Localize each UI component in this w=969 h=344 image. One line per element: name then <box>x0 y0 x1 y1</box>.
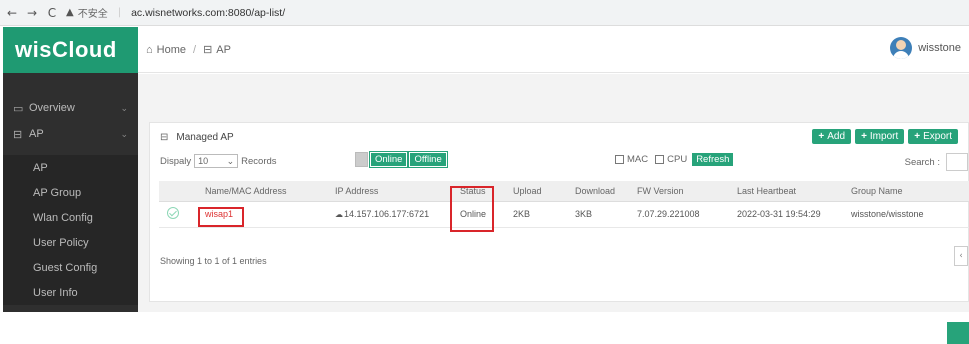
breadcrumb-home[interactable]: Home <box>157 44 186 56</box>
managed-ap-panel: ⊟ Managed AP + Add + Import + Export Dispal… <box>149 122 969 302</box>
pagination-prev-button[interactable]: ‹ <box>954 246 968 266</box>
row-select-cell[interactable] <box>159 201 197 228</box>
submenu-item-ap-group[interactable]: AP Group <box>3 180 138 205</box>
heartbeat-cell: 2022-03-31 19:54:29 <box>729 201 843 228</box>
sidebar-item-label: AP <box>29 128 44 140</box>
ap-submenu: AP AP Group Wlan Config User Policy Gues… <box>3 155 138 305</box>
column-header-fw[interactable]: FW Version <box>629 181 729 202</box>
submenu-item-ap[interactable]: AP <box>3 155 138 180</box>
filter-offline-button[interactable]: Offline <box>408 151 448 168</box>
refresh-button[interactable]: Refresh <box>692 153 734 166</box>
table-row[interactable]: wisap1 ☁14.157.106.177:6721 Online 2KB 3… <box>159 201 969 228</box>
cpu-label: CPU <box>667 154 688 165</box>
security-indicator[interactable]: ▲ 不安全 <box>66 5 108 20</box>
insecure-label: 不安全 <box>77 9 108 20</box>
highlight-box-name <box>198 207 244 227</box>
ap-icon: ⊟ <box>203 44 213 56</box>
ip-cell: ☁14.157.106.177:6721 <box>327 201 452 228</box>
chevron-down-icon: ⌄ <box>226 155 235 166</box>
ip-value: 14.157.106.177:6721 <box>344 209 430 219</box>
column-header-heartbeat[interactable]: Last Heartbeat <box>729 181 843 202</box>
sidebar-menu: ▭ Overview ⌄ ⊟ AP ⌄ AP AP Group Wlan Con… <box>3 73 138 305</box>
breadcrumb-separator: / <box>193 43 197 56</box>
chevron-down-icon: ⌄ <box>120 128 128 139</box>
table-header-row: Name/MAC Address IP Address Status Uploa… <box>159 181 969 202</box>
export-button-label: Export <box>923 131 952 142</box>
search-control: Search : <box>905 153 968 171</box>
add-button-label: Add <box>827 131 846 142</box>
ap-table: Name/MAC Address IP Address Status Uploa… <box>159 181 969 228</box>
column-header-download[interactable]: Download <box>567 181 629 202</box>
username: wisstone <box>918 42 961 54</box>
column-header-name[interactable]: Name/MAC Address <box>197 181 327 202</box>
sidebar-item-ap[interactable]: ⊟ AP ⌄ <box>3 121 138 147</box>
mac-checkbox[interactable] <box>615 155 624 164</box>
highlight-box-status <box>450 186 494 232</box>
pagination-current-button[interactable] <box>947 322 969 344</box>
entries-info: Showing 1 to 1 of 1 entries <box>160 256 267 266</box>
home-icon: ⌂ <box>146 43 153 56</box>
ap-icon: ⊟ <box>13 128 23 141</box>
add-button[interactable]: + Add <box>812 129 852 144</box>
submenu-item-user-info[interactable]: User Info <box>3 280 138 305</box>
page-size-select[interactable]: 10 ⌄ <box>194 154 239 168</box>
submenu-item-user-policy[interactable]: User Policy <box>3 230 138 255</box>
forward-icon[interactable]: → <box>26 6 38 20</box>
status-filter: Online Offline <box>355 151 448 168</box>
sidebar-item-label: Overview <box>29 102 75 114</box>
ap-icon: ⊟ <box>160 131 169 143</box>
content-area: ⊟ Managed AP + Add + Import + Export Dispal… <box>138 74 969 344</box>
top-header: ⌂ Home / ⊟ AP wisstone <box>138 27 969 73</box>
table-toolbar: Dispaly 10 ⌄ Records Online Offline MAC … <box>150 151 968 173</box>
export-button[interactable]: + Export <box>908 129 958 144</box>
chevron-down-icon: ⌄ <box>120 102 128 113</box>
user-menu[interactable]: wisstone <box>890 37 961 59</box>
reload-icon[interactable]: C <box>46 6 58 20</box>
breadcrumb-current: AP <box>216 43 231 56</box>
display-label: Dispaly <box>160 155 192 167</box>
submenu-item-wlan-config[interactable]: Wlan Config <box>3 205 138 230</box>
fw-cell: 7.07.29.221008 <box>629 201 729 228</box>
sidebar: wisCloud ▭ Overview ⌄ ⊟ AP ⌄ AP AP Group… <box>3 27 138 312</box>
filter-all-button[interactable] <box>355 152 368 167</box>
records-label: Records <box>241 155 277 167</box>
upload-cell: 2KB <box>505 201 567 228</box>
cloud-icon: ☁ <box>335 210 343 219</box>
filter-online-button[interactable]: Online <box>368 151 409 168</box>
select-column-header <box>159 181 197 202</box>
plus-icon: + <box>818 131 825 142</box>
download-cell: 3KB <box>567 201 629 228</box>
column-toggles: MAC CPU Refresh <box>615 153 734 166</box>
column-header-upload[interactable]: Upload <box>505 181 567 202</box>
page-size-control: Dispaly 10 ⌄ Records <box>160 154 277 168</box>
warning-icon: ▲ <box>66 7 74 18</box>
submenu-item-guest-config[interactable]: Guest Config <box>3 255 138 280</box>
group-cell: wisstone/wisstone <box>843 201 969 228</box>
panel-title: Managed AP <box>176 131 234 143</box>
panel-actions: + Add + Import + Export <box>812 129 958 144</box>
browser-address-bar: ← → C ▲ 不安全 | ac.wisnetworks.com:8080/ap… <box>0 0 969 26</box>
plus-icon: + <box>914 131 921 142</box>
brand-logo[interactable]: wisCloud <box>3 27 138 73</box>
avatar <box>890 37 913 59</box>
search-label: Search : <box>904 156 940 168</box>
url-text[interactable]: ac.wisnetworks.com:8080/ap-list/ <box>131 7 285 19</box>
sidebar-item-overview[interactable]: ▭ Overview ⌄ <box>3 95 138 121</box>
page-size-value: 10 <box>198 156 209 166</box>
column-header-ip[interactable]: IP Address <box>327 181 452 202</box>
breadcrumb: ⌂ Home / ⊟ AP <box>146 43 231 57</box>
import-button[interactable]: + Import <box>855 129 905 144</box>
back-icon[interactable]: ← <box>6 6 18 20</box>
check-circle-icon[interactable] <box>167 207 179 219</box>
monitor-icon: ▭ <box>13 102 24 115</box>
column-header-group[interactable]: Group Name <box>843 181 969 202</box>
search-input[interactable] <box>946 153 968 171</box>
cpu-checkbox[interactable] <box>655 155 665 164</box>
url-separator: | <box>117 7 122 18</box>
mac-label: MAC <box>627 154 649 165</box>
plus-icon: + <box>861 131 867 142</box>
import-button-label: Import <box>869 131 899 142</box>
